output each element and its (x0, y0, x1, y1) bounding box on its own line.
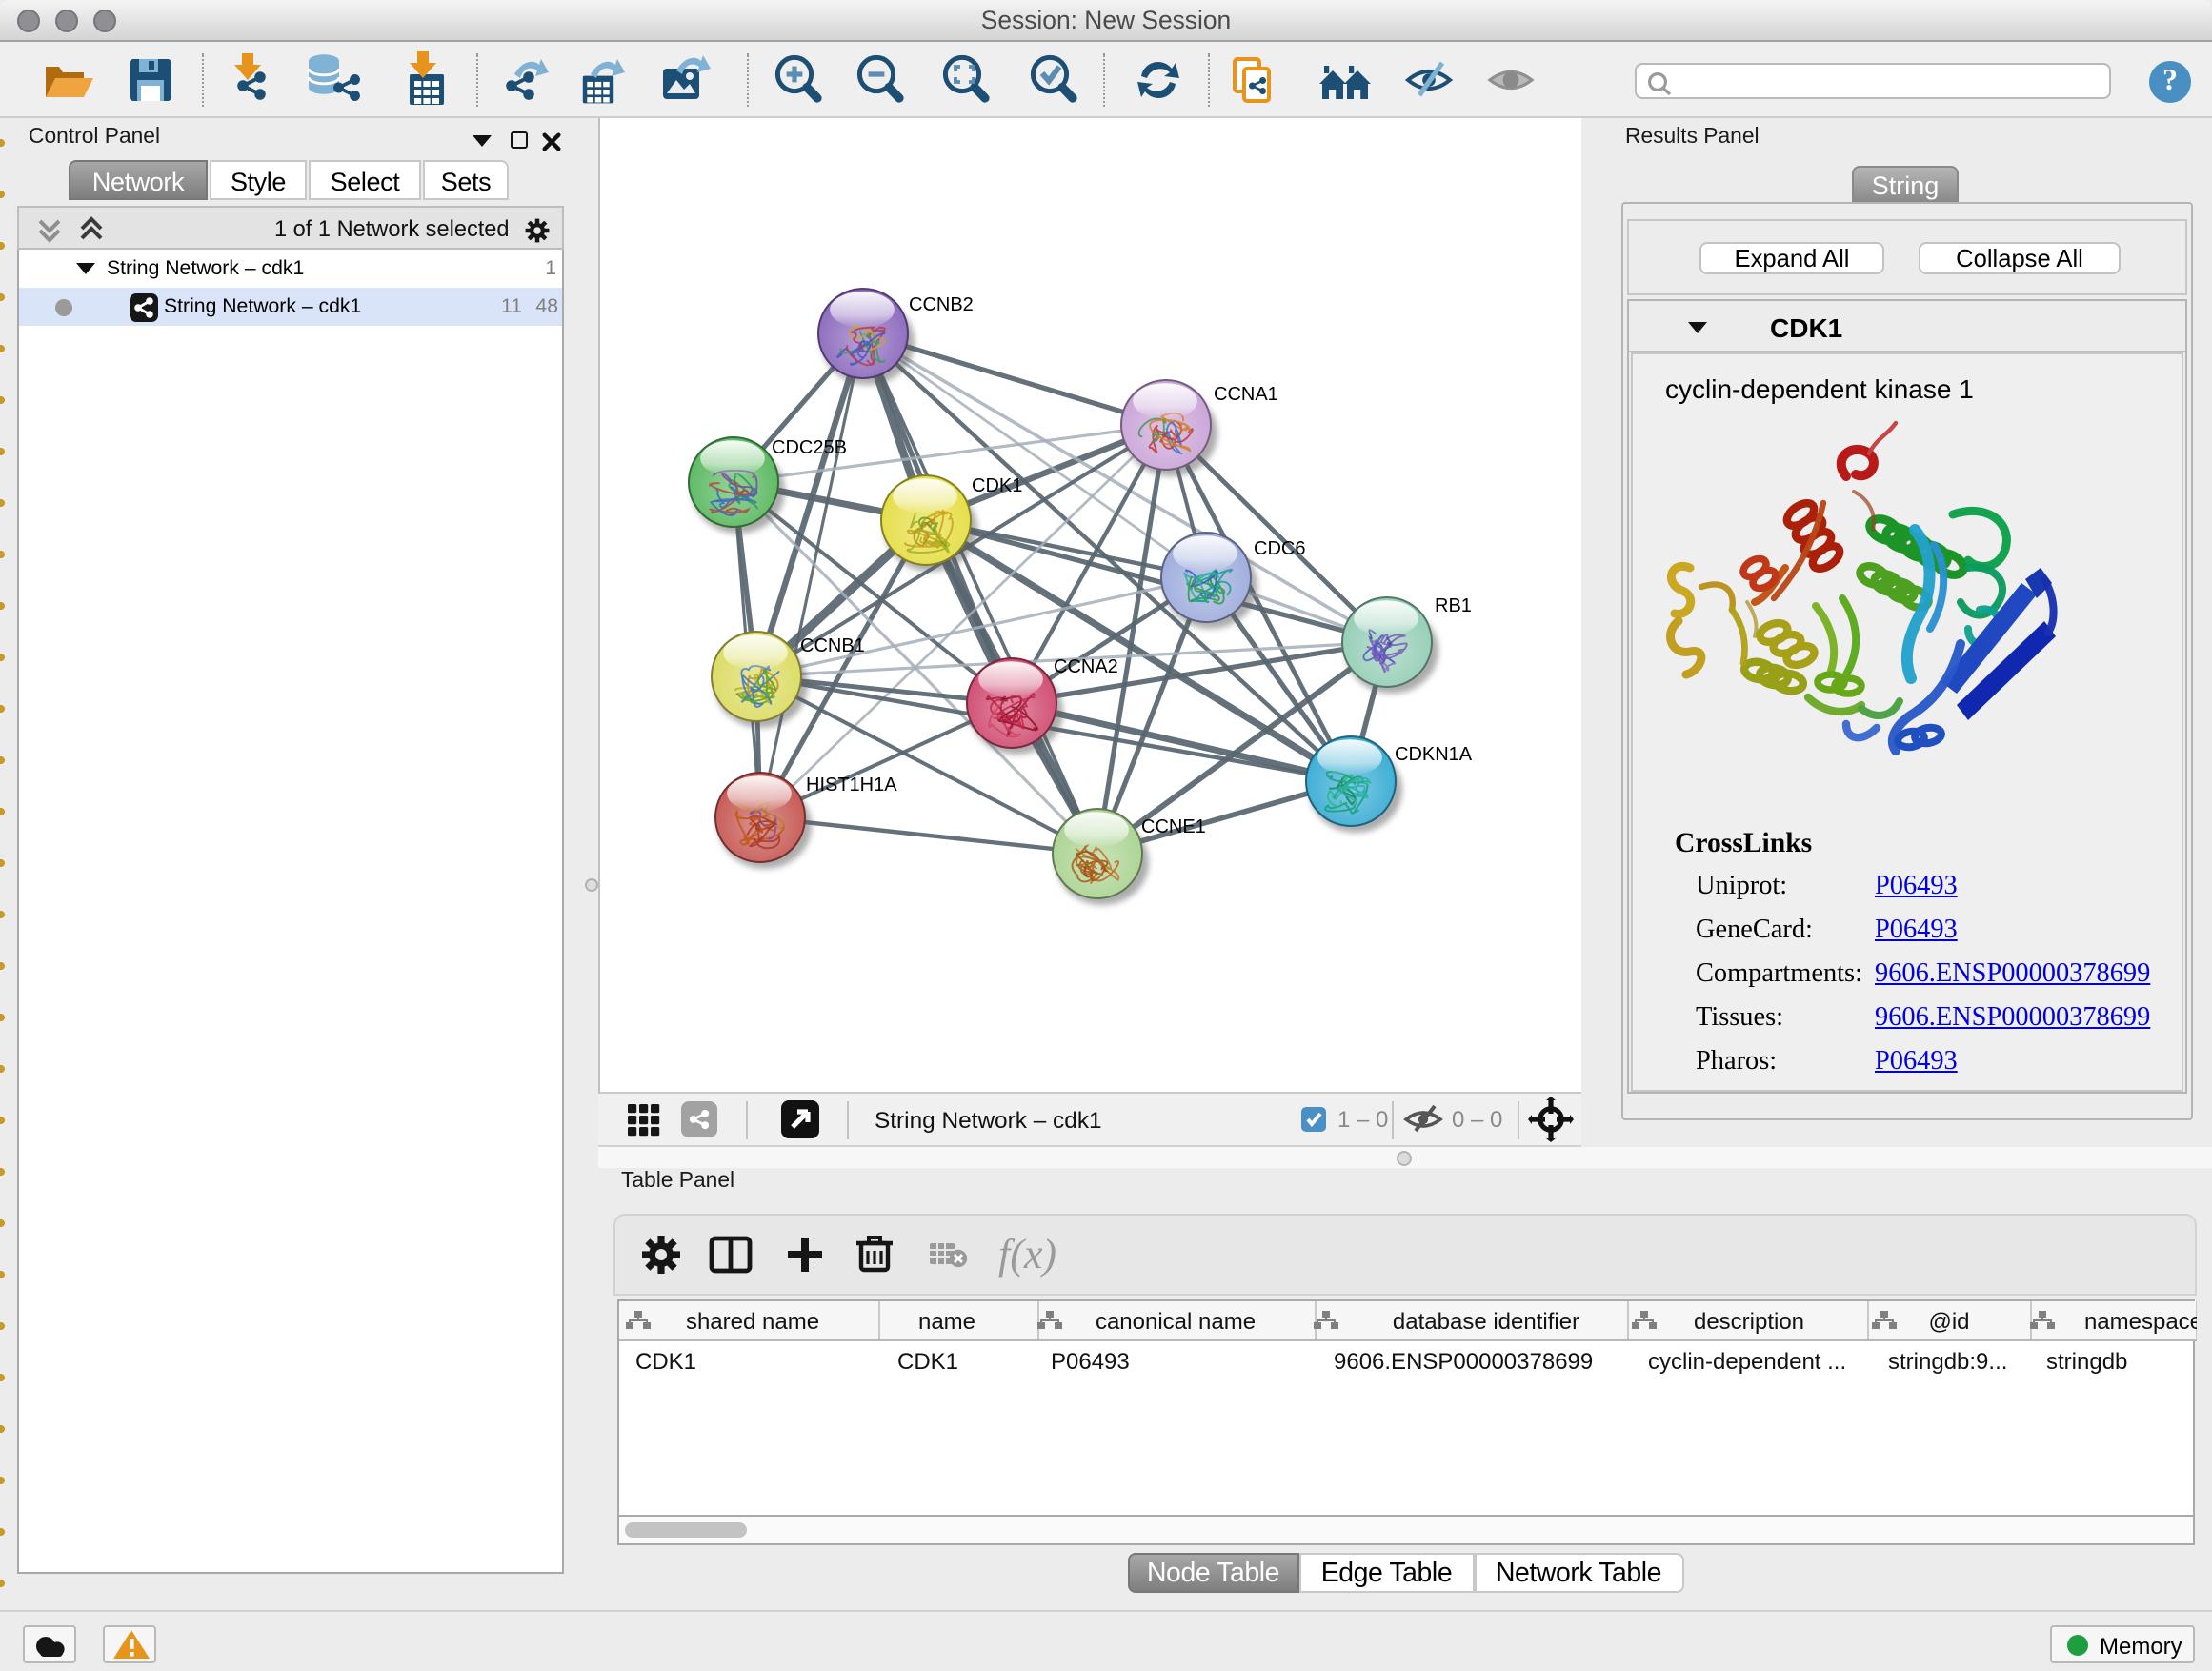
svg-text:CDK1: CDK1 (634, 1349, 695, 1375)
svg-text:CCNA1: CCNA1 (1214, 384, 1278, 405)
svg-text:String Network – cdk1: String Network – cdk1 (875, 1108, 1102, 1134)
svg-text:0 – 0: 0 – 0 (1452, 1107, 1502, 1133)
svg-text:CDC25B: CDC25B (772, 437, 847, 458)
svg-text:canonical name: canonical name (1095, 1309, 1255, 1335)
svg-text:name: name (917, 1309, 975, 1335)
svg-text:CCNB2: CCNB2 (909, 294, 974, 315)
svg-text:shared name: shared name (685, 1309, 818, 1335)
svg-text:P06493: P06493 (1050, 1349, 1129, 1375)
svg-text:stringdb: stringdb (2045, 1349, 2126, 1375)
svg-text:f(x): f(x) (998, 1231, 1056, 1278)
svg-text:CDK1: CDK1 (972, 475, 1022, 496)
svg-text:database identifier: database identifier (1392, 1309, 1579, 1335)
svg-text:CDK1: CDK1 (896, 1349, 957, 1375)
svg-text:stringdb:9...: stringdb:9... (1887, 1349, 2006, 1375)
svg-text:cyclin-dependent ...: cyclin-dependent ... (1647, 1349, 1845, 1375)
svg-text:CDC6: CDC6 (1254, 538, 1305, 559)
svg-text:namespace: namespace (2083, 1309, 2196, 1335)
svg-text:RB1: RB1 (1435, 595, 1472, 616)
svg-text:CCNA2: CCNA2 (1054, 656, 1118, 677)
svg-text:description: description (1693, 1309, 1803, 1335)
svg-text:CCNB1: CCNB1 (800, 635, 865, 656)
svg-text:9606.ENSP00000378699: 9606.ENSP00000378699 (1333, 1349, 1592, 1375)
svg-text:CCNE1: CCNE1 (1141, 816, 1206, 837)
svg-text:@id: @id (1927, 1309, 1968, 1335)
svg-text:HIST1H1A: HIST1H1A (806, 775, 897, 795)
svg-text:1 – 0: 1 – 0 (1337, 1107, 1388, 1133)
svg-text:CDKN1A: CDKN1A (1395, 744, 1473, 765)
